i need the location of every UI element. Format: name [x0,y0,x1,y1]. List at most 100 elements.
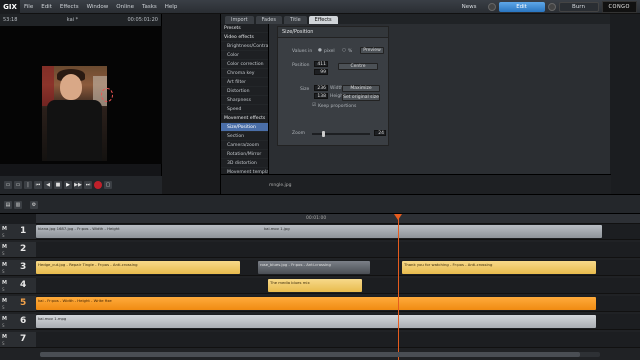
maximize-button[interactable]: Maximize [342,85,380,92]
timeline-view-icon[interactable]: ▥ [14,201,22,209]
play-icon[interactable]: ▶ [64,181,72,189]
menu-effects[interactable]: Effects [56,4,83,10]
effect-category-item[interactable]: Sharpness [221,96,268,105]
stop-icon[interactable]: ■ [54,181,62,189]
tab-title[interactable]: Title [283,16,307,24]
tab-effects[interactable]: Effects [308,16,338,24]
track-lane[interactable]: The media blues mix [36,278,640,294]
effect-category-item[interactable]: Distortion [221,87,268,96]
zoom-value-field[interactable]: 24 [374,130,386,136]
multicam-icon[interactable]: ▤ [4,201,12,209]
monitor-icon[interactable]: ▢ [104,181,112,189]
mark-in-button[interactable]: ▭ [4,181,12,189]
set-original-size-button[interactable]: Set original size [342,94,380,101]
tab-fades[interactable]: Fades [255,16,282,24]
skip-start-icon[interactable]: ⏮ [34,181,42,189]
effect-category-item[interactable]: Movement effects [221,114,268,123]
mute-toggle[interactable]: M [2,226,7,232]
keep-proportions-checkbox[interactable]: ☑ [312,103,316,108]
track-header[interactable]: MS 1 [0,224,36,240]
menu-help[interactable]: Help [161,4,182,10]
record-icon[interactable] [94,181,102,189]
mute-toggle[interactable]: M [2,316,7,322]
effect-category-item[interactable]: Color [221,51,268,60]
track-lane[interactable]: Hedge_cut.jpg - Repair Tingle - Fr:pos -… [36,260,640,276]
menu-window[interactable]: Window [83,4,113,10]
edit-mode-button[interactable]: Edit [498,2,545,12]
timeline-ruler[interactable]: 00:01:00 [36,214,640,224]
track-lane[interactable]: kai.mov 1.mpg [36,314,640,330]
timeline-clip[interactable]: rose_blues.jpg - Fr:pos - Anti-crossing [258,261,370,274]
effect-category-item[interactable]: Camera/zoom [221,141,268,150]
track-lane[interactable] [36,242,640,258]
track-lane[interactable]: kai - Fr:pos - Width - Height - Write fi… [36,296,640,312]
effect-category-item[interactable]: Art filter [221,78,268,87]
timeline-clip[interactable]: Thank you for watching - Fr:pos - Anti-c… [402,261,596,274]
effect-category-item[interactable]: Chroma key [221,69,268,78]
timeline-clip[interactable]: Hedge_cut.jpg - Repair Tingle - Fr:pos -… [36,261,240,274]
solo-toggle[interactable]: S [2,251,5,256]
timeline-scrollbar[interactable] [40,352,600,357]
scrollbar-thumb[interactable] [40,352,580,357]
cut-button[interactable]: | [24,181,32,189]
track-header[interactable]: MS 5 [0,296,36,312]
timeline-clip[interactable]: kiana.jpg 1687.jpg - Fr:pos - Width - He… [36,225,286,238]
solo-toggle[interactable]: S [2,341,5,346]
effect-category-item[interactable]: Section [221,132,268,141]
zoom-slider-knob[interactable] [322,131,325,137]
tools-icon[interactable]: ⚙ [30,201,38,209]
effect-category-item[interactable]: 3D distortion [221,159,268,168]
mute-toggle[interactable]: M [2,298,7,304]
forward-icon[interactable]: ▶▶ [74,181,82,189]
mode-toggle-icon[interactable] [547,3,556,11]
tab-import[interactable]: Import [225,16,254,24]
effect-category-item[interactable]: Presets [221,24,268,33]
track-header[interactable]: MS 4 [0,278,36,294]
mute-toggle[interactable]: M [2,244,7,250]
effect-category-item[interactable]: Color correction [221,60,268,69]
timeline-clip[interactable]: kai.mov 1.mpg [36,315,596,328]
mute-toggle[interactable]: M [2,334,7,340]
percent-radio[interactable]: ○ [342,48,346,53]
timeline-clip[interactable]: kai.mov 1.jpg [262,225,602,238]
skip-end-icon[interactable]: ⏭ [84,181,92,189]
effect-category-item[interactable]: Speed [221,105,268,114]
video-screen[interactable] [0,26,162,164]
mark-out-button[interactable]: ▭ [14,181,22,189]
track-header[interactable]: MS 2 [0,242,36,258]
track-header[interactable]: MS 6 [0,314,36,330]
effect-category-item[interactable]: Size/Position [221,123,268,132]
solo-toggle[interactable]: S [2,305,5,310]
solo-toggle[interactable]: S [2,269,5,274]
track-header[interactable]: MS 3 [0,260,36,276]
position-x-field[interactable]: 411 [314,61,328,67]
menu-file[interactable]: File [20,4,37,10]
mute-toggle[interactable]: M [2,280,7,286]
preview-button[interactable]: Preview [360,47,384,54]
menu-tasks[interactable]: Tasks [138,4,161,10]
playhead-line[interactable] [398,214,399,360]
position-y-field[interactable]: 99 [314,69,328,75]
solo-toggle[interactable]: S [2,287,5,292]
solo-toggle[interactable]: S [2,323,5,328]
track-lane[interactable] [36,332,640,348]
rewind-icon[interactable]: ◀ [44,181,52,189]
zoom-slider[interactable] [312,133,370,135]
track-lane[interactable]: kiana.jpg 1687.jpg - Fr:pos - Width - He… [36,224,640,240]
effect-category-item[interactable]: Rotation/Mirror [221,150,268,159]
news-toggle-icon[interactable] [487,3,496,11]
effect-category-item[interactable]: Video effects [221,33,268,42]
mute-toggle[interactable]: M [2,262,7,268]
timeline-clip[interactable]: kai - Fr:pos - Width - Height - Write fi… [36,297,596,310]
effect-category-item[interactable]: Brightness/Contrast [221,42,268,51]
track-header[interactable]: MS 7 [0,332,36,348]
menu-online[interactable]: Online [112,4,138,10]
size-height-field[interactable]: 138 [314,93,328,99]
timeline-clip[interactable]: The media blues mix [268,279,362,292]
solo-toggle[interactable]: S [2,233,5,238]
news-button[interactable]: News [454,2,485,12]
centre-button[interactable]: Centre [338,63,378,70]
size-width-field[interactable]: 236 [314,85,328,91]
burn-mode-button[interactable]: Burn [558,2,599,12]
pixel-radio[interactable]: ● [318,48,322,53]
